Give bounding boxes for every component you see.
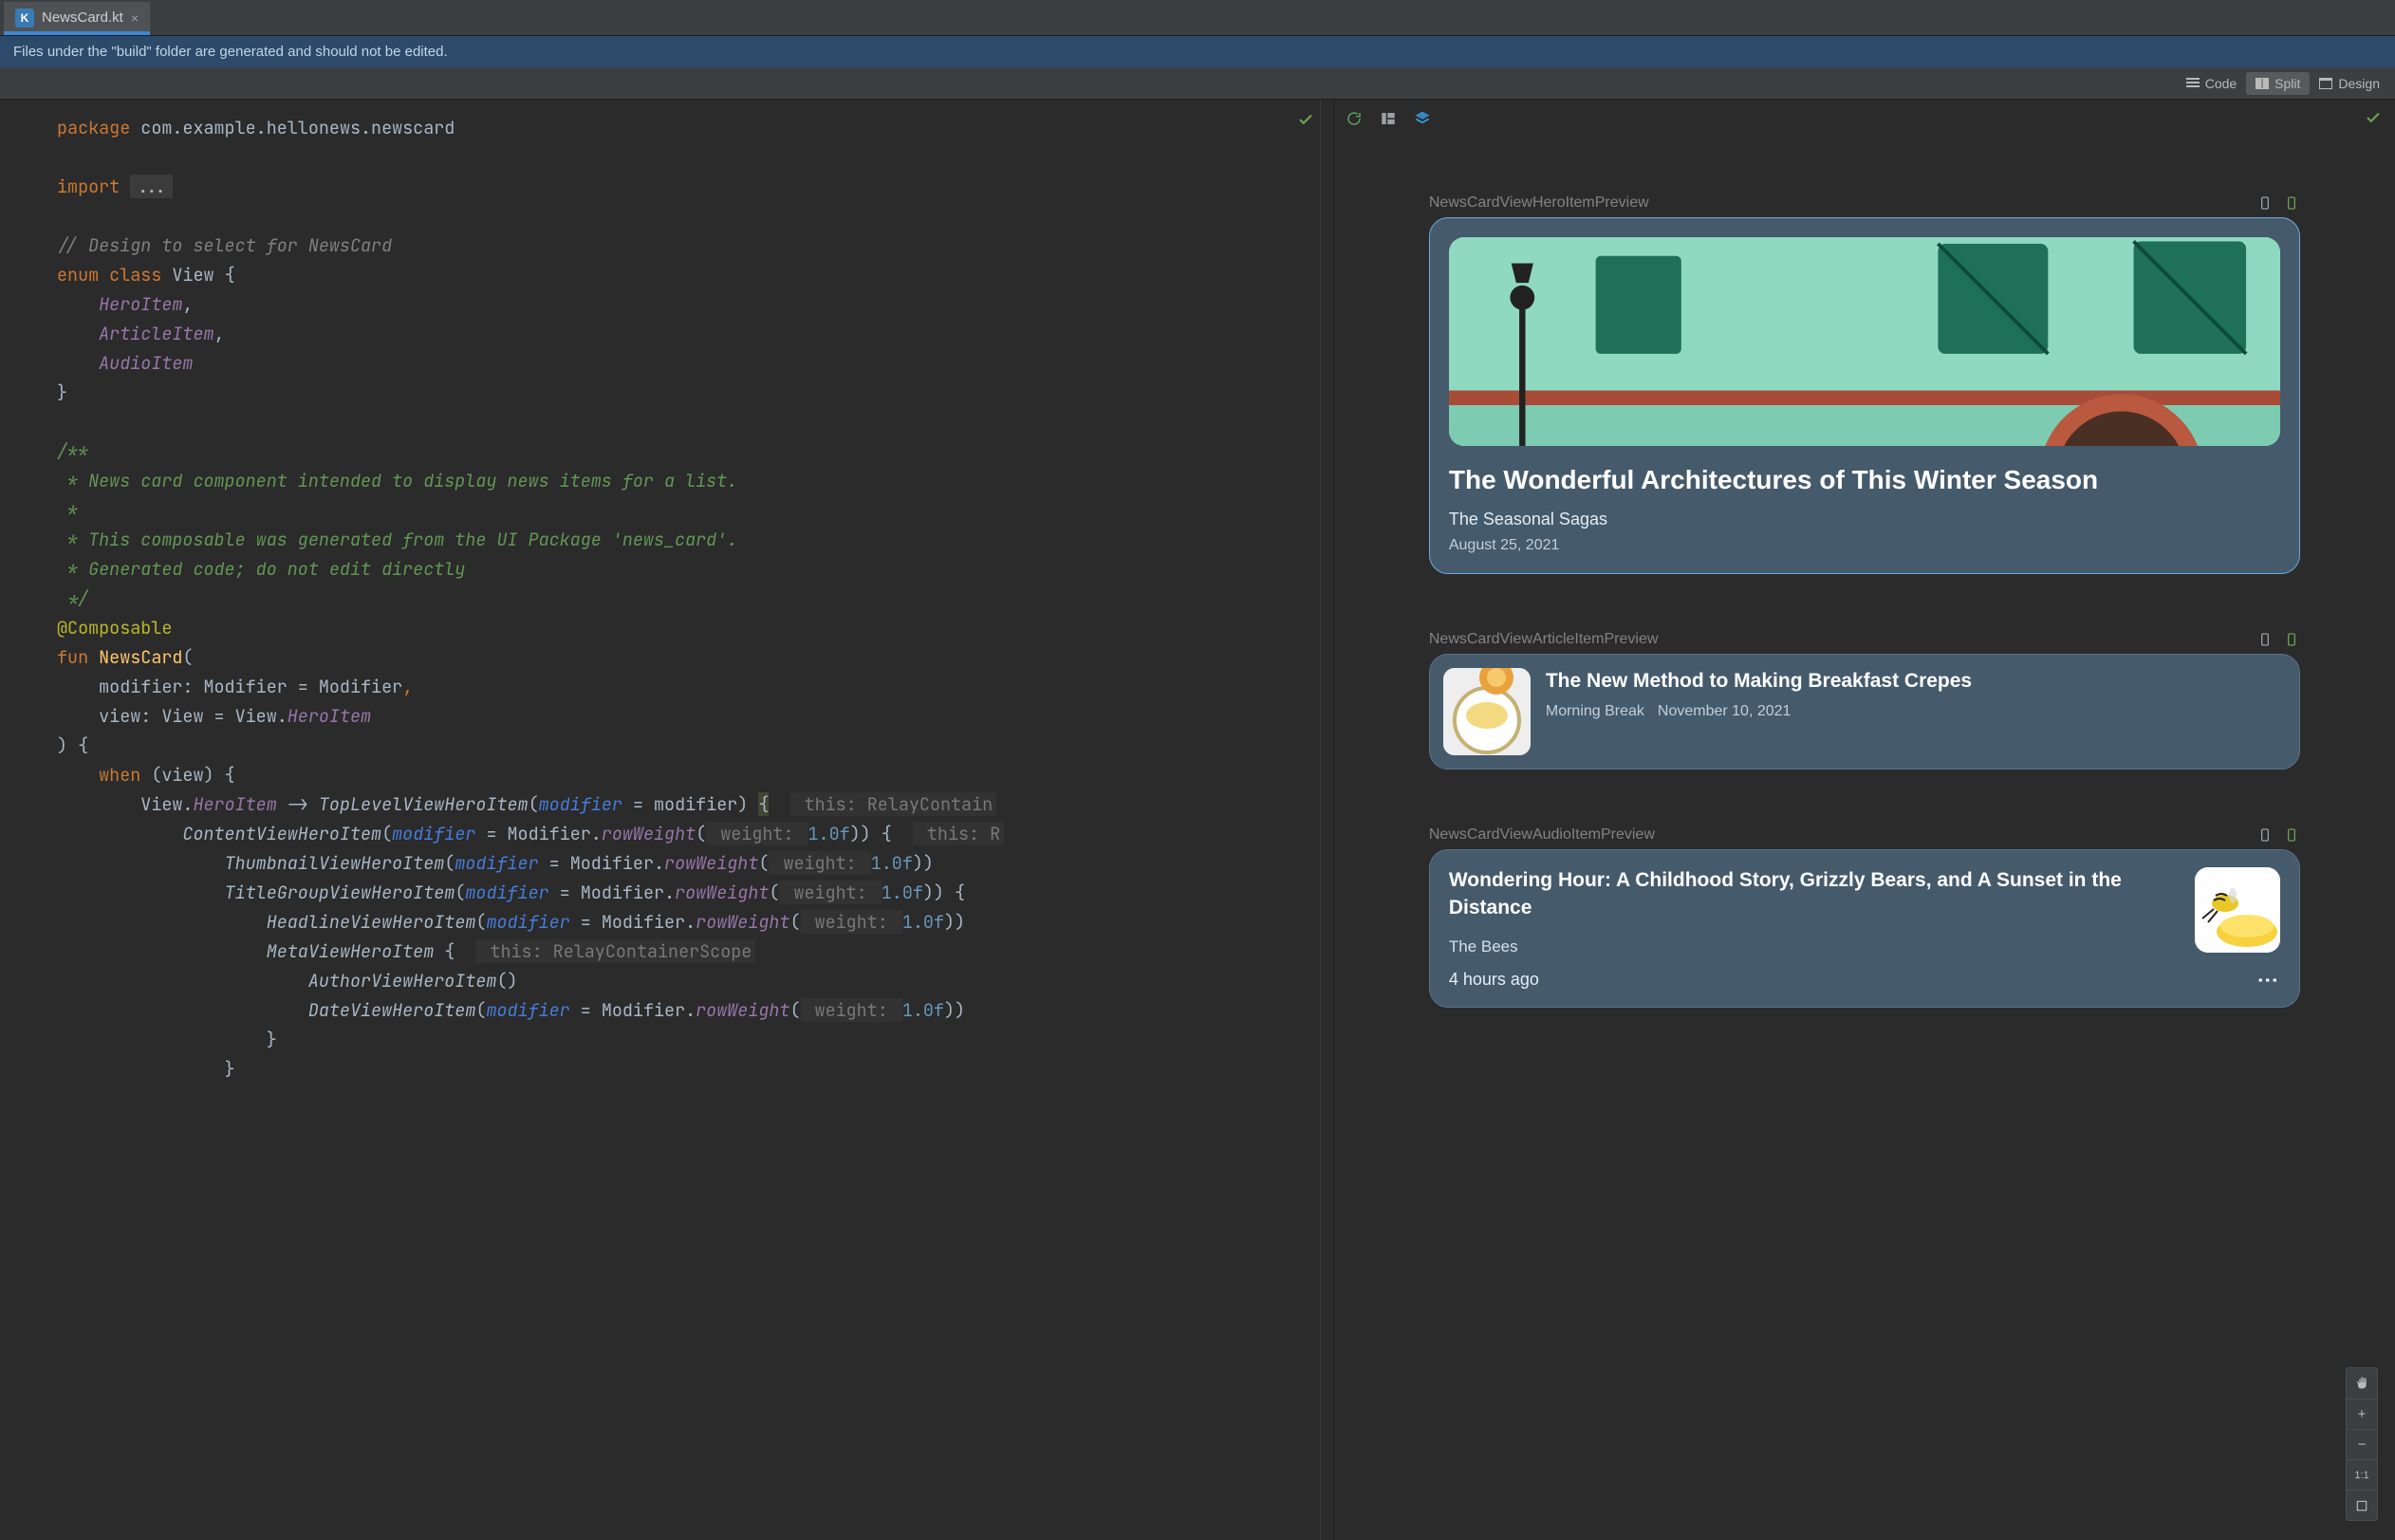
- deploy-to-device-icon[interactable]: [2256, 195, 2274, 212]
- audio-card: Wondering Hour: A Childhood Story, Grizz…: [1429, 849, 2300, 1008]
- article-headline: The New Method to Making Breakfast Crepe…: [1546, 668, 2286, 694]
- hero-thumbnail-image: [1449, 237, 2280, 446]
- hero-date: August 25, 2021: [1449, 537, 2280, 554]
- generated-file-warning-banner: Files under the "build" folder are gener…: [0, 36, 2395, 67]
- more-options-icon[interactable]: ⋮: [2256, 970, 2280, 990]
- preview-hero-block: NewsCardViewHeroItemPreview: [1429, 195, 2300, 574]
- audio-timestamp: 4 hours ago: [1449, 970, 1539, 990]
- inspection-status-icon[interactable]: [1297, 111, 1314, 128]
- zoom-in-button[interactable]: +: [2347, 1399, 2377, 1429]
- interactive-preview-icon[interactable]: [2283, 195, 2300, 212]
- split-icon: [2256, 78, 2269, 89]
- code-content[interactable]: package com.example.hellonews.newscard i…: [57, 100, 1320, 1540]
- interactive-preview-icon[interactable]: [2283, 631, 2300, 648]
- article-date: November 10, 2021: [1658, 703, 1792, 720]
- mode-design-button[interactable]: Design: [2310, 72, 2389, 95]
- deploy-to-device-icon[interactable]: [2256, 631, 2274, 648]
- preview-label: NewsCardViewAudioItemPreview: [1429, 826, 1655, 844]
- zoom-reset-button[interactable]: 1:1: [2347, 1459, 2377, 1490]
- pan-tool-icon[interactable]: [2347, 1368, 2377, 1399]
- zoom-controls: + − 1:1: [2346, 1367, 2378, 1521]
- article-author: Morning Break: [1546, 703, 1644, 720]
- mode-split-label: Split: [2274, 76, 2300, 91]
- code-lines-icon: [2186, 78, 2200, 89]
- mode-code-button[interactable]: Code: [2177, 72, 2246, 95]
- view-mode-bar: Code Split Design: [0, 67, 2395, 100]
- zoom-fit-button[interactable]: [2347, 1490, 2377, 1520]
- article-thumbnail-image: [1443, 668, 1531, 755]
- code-editor-pane[interactable]: package com.example.hellonews.newscard i…: [0, 100, 1334, 1540]
- layout-settings-icon[interactable]: [1378, 108, 1399, 129]
- layers-stack-icon[interactable]: [1412, 108, 1433, 129]
- hero-headline: The Wonderful Architectures of This Wint…: [1449, 463, 2280, 496]
- hero-card: The Wonderful Architectures of This Wint…: [1429, 217, 2300, 574]
- editor-gutter[interactable]: [0, 100, 57, 1540]
- hero-author: The Seasonal Sagas: [1449, 510, 2280, 529]
- audio-thumbnail-image: [2195, 867, 2280, 953]
- preview-canvas[interactable]: NewsCardViewHeroItemPreview: [1334, 138, 2395, 1540]
- zoom-out-button[interactable]: −: [2347, 1429, 2377, 1459]
- deploy-to-device-icon[interactable]: [2256, 826, 2274, 844]
- interactive-preview-icon[interactable]: [2283, 826, 2300, 844]
- preview-status-icon: [2365, 109, 2382, 126]
- mode-code-label: Code: [2205, 76, 2237, 91]
- close-icon[interactable]: ×: [131, 10, 139, 26]
- tab-newscard-kt[interactable]: NewsCard.kt ×: [4, 2, 150, 34]
- editor-tab-bar: NewsCard.kt ×: [0, 0, 2395, 36]
- mode-split-button[interactable]: Split: [2246, 72, 2310, 95]
- preview-article-block: NewsCardViewArticleItemPreview: [1429, 631, 2300, 770]
- kotlin-file-icon: [15, 9, 34, 28]
- preview-audio-block: NewsCardViewAudioItemPreview Wondering H…: [1429, 826, 2300, 1008]
- design-preview-pane: NewsCardViewHeroItemPreview: [1334, 100, 2395, 1540]
- tab-label: NewsCard.kt: [42, 9, 123, 26]
- design-toolbar: [1334, 100, 2395, 138]
- audio-author: The Bees: [1449, 937, 2178, 956]
- mode-design-label: Design: [2338, 76, 2380, 91]
- preview-label: NewsCardViewHeroItemPreview: [1429, 195, 1649, 212]
- audio-headline: Wondering Hour: A Childhood Story, Grizz…: [1449, 867, 2178, 922]
- design-icon: [2319, 78, 2332, 89]
- editor-scrollbar[interactable]: [1320, 100, 1333, 1540]
- workspace: package com.example.hellonews.newscard i…: [0, 100, 2395, 1540]
- tab-active-indicator: [4, 31, 150, 35]
- article-card: The New Method to Making Breakfast Crepe…: [1429, 654, 2300, 770]
- refresh-icon[interactable]: [1344, 108, 1365, 129]
- preview-label: NewsCardViewArticleItemPreview: [1429, 631, 1659, 648]
- banner-text: Files under the "build" folder are gener…: [13, 44, 448, 60]
